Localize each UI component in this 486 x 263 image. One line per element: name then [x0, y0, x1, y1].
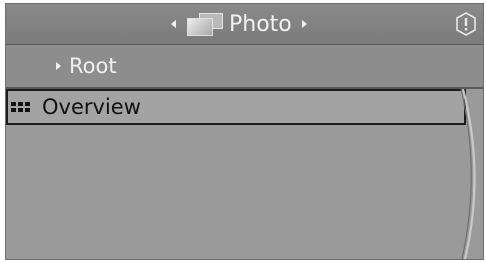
photo-icon: [187, 13, 223, 36]
grid-icon: [11, 102, 30, 112]
header-title-group[interactable]: Photo: [171, 7, 307, 41]
list-item-label: Overview: [42, 95, 141, 119]
idrive-screen: Photo Root Overview: [5, 3, 484, 260]
chevron-left-icon[interactable]: [171, 20, 176, 28]
breadcrumb-root[interactable]: Root: [56, 51, 117, 81]
info-icon[interactable]: [453, 11, 479, 37]
header-title: Photo: [229, 11, 292, 37]
chevron-right-icon: [56, 62, 61, 70]
breadcrumb-label: Root: [69, 54, 117, 78]
menu-list: Overview: [6, 89, 483, 259]
list-item-overview[interactable]: Overview: [6, 89, 466, 125]
scroll-arc: [460, 89, 476, 259]
chevron-right-icon[interactable]: [301, 20, 307, 28]
breadcrumb: Root: [6, 45, 483, 89]
header-bar: Photo: [6, 4, 483, 45]
